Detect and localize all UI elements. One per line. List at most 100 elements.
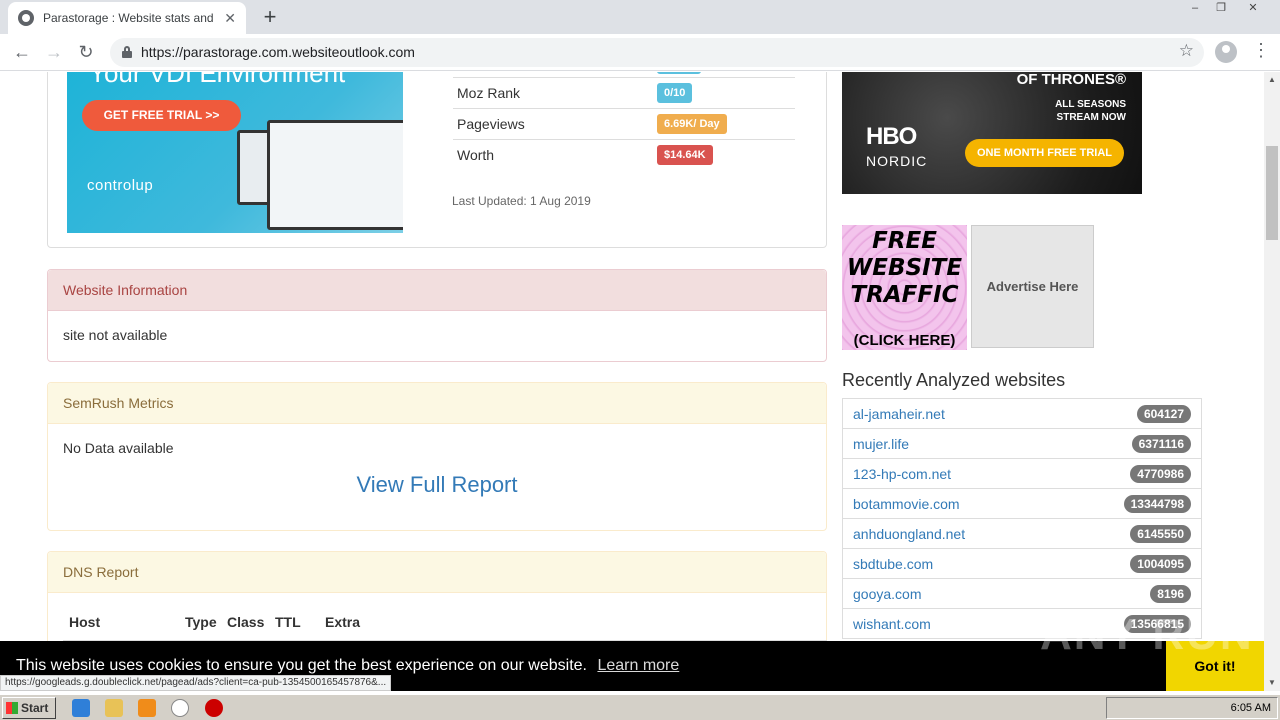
ie-icon[interactable]	[72, 699, 90, 717]
reload-icon[interactable]: ↻	[74, 40, 98, 64]
controlup-ad[interactable]: Your VDI Environment GET FREE TRIAL >> c…	[67, 72, 403, 233]
new-tab-button[interactable]: +	[258, 4, 282, 30]
site-link[interactable]: al-jamaheir.net	[853, 406, 945, 422]
globe-icon	[18, 10, 34, 26]
rank-badge: 1004095	[1130, 555, 1191, 573]
stat-badge: 6.69K/ Day	[657, 114, 727, 134]
list-item: 123-hp-com.net 4770986	[842, 458, 1202, 489]
col-type: Type	[185, 614, 217, 630]
hbo-logo: HBO	[866, 123, 917, 150]
browser-tab[interactable]: Parastorage : Website stats and val ✕	[8, 2, 246, 34]
back-arrow-icon[interactable]: ←	[10, 40, 34, 64]
profile-avatar-icon[interactable]	[1215, 41, 1237, 63]
tab-title: Parastorage : Website stats and val	[43, 11, 217, 25]
ad-laptop-image	[267, 120, 403, 230]
ad-line: STREAM NOW	[1056, 112, 1126, 123]
get-free-trial-button[interactable]: GET FREE TRIAL >>	[82, 100, 241, 131]
browser-toolbar: ← → ↻ https://parastorage.com.websiteout…	[0, 34, 1280, 71]
site-link[interactable]: sbdtube.com	[853, 556, 933, 572]
anyrun-watermark: ANY RUN	[1040, 610, 1254, 659]
nordic-label: NORDIC	[866, 153, 928, 169]
minimize-button[interactable]: –	[1182, 0, 1208, 18]
list-item: mujer.life 6371116	[842, 428, 1202, 459]
website-information-panel: Website Information site not available	[47, 269, 827, 362]
col-ttl: TTL	[275, 614, 301, 630]
no-data-text: No Data available	[63, 440, 174, 456]
ad-headline: Your VDI Environment	[89, 72, 346, 88]
panel-body: site not available	[63, 327, 168, 343]
folder-icon[interactable]	[105, 699, 123, 717]
view-full-report-link[interactable]: View Full Report	[63, 472, 811, 498]
stat-label: Moz Rank	[457, 85, 521, 101]
site-link[interactable]: 123-hp-com.net	[853, 466, 951, 482]
stop-icon[interactable]	[205, 699, 223, 717]
last-updated: Last Updated: 1 Aug 2019	[452, 194, 591, 208]
col-extra: Extra	[325, 614, 361, 630]
bookmark-star-icon[interactable]: ☆	[1179, 41, 1194, 61]
free-traffic-ad[interactable]: FREE WEBSITE TRAFFIC (CLICK HERE)	[842, 225, 967, 350]
list-item: al-jamaheir.net 604127	[842, 398, 1202, 429]
site-link[interactable]: wishant.com	[853, 616, 931, 632]
ad-subtitle: ALL SEASONS STREAM NOW	[1055, 98, 1126, 124]
stat-row-pageviews: Pageviews 6.69K/ Day	[453, 108, 795, 139]
free-trial-button[interactable]: ONE MONTH FREE TRIAL	[965, 139, 1124, 167]
partial-badge	[657, 72, 701, 74]
url-text[interactable]: https://parastorage.com.websiteoutlook.c…	[141, 44, 415, 60]
address-bar[interactable]: https://parastorage.com.websiteoutlook.c…	[110, 38, 1204, 67]
col-host: Host	[69, 614, 101, 630]
panel-title: SemRush Metrics	[48, 383, 826, 424]
stat-label: Worth	[457, 147, 495, 163]
forward-arrow-icon[interactable]: →	[42, 40, 66, 64]
scroll-down-icon[interactable]: ▼	[1264, 675, 1280, 691]
panel-title: DNS Report	[48, 552, 826, 593]
list-item: gooya.com 8196	[842, 578, 1202, 609]
list-item: anhduongland.net 6145550	[842, 518, 1202, 549]
recent-title: Recently Analyzed websites	[842, 370, 1066, 390]
media-player-icon[interactable]	[138, 699, 156, 717]
stat-row-moz-rank: Moz Rank 0/10	[453, 77, 795, 108]
menu-dots-icon[interactable]: ⋮	[1252, 40, 1270, 61]
semrush-panel: SemRush Metrics No Data available View F…	[47, 382, 827, 531]
hbo-ad[interactable]: OF THRONES® ALL SEASONS STREAM NOW HBO N…	[842, 72, 1142, 194]
windows-taskbar: Start 6:05 AM	[0, 694, 1280, 720]
stat-row-worth: Worth $14.64K	[453, 139, 795, 170]
panel-body: No Data available View Full Report	[48, 424, 826, 514]
tab-strip: Parastorage : Website stats and val ✕ + …	[0, 0, 1280, 34]
cookie-text: This website uses cookies to ensure you …	[16, 657, 679, 675]
stat-badge: 0/10	[657, 83, 693, 103]
advertise-here-box[interactable]: Advertise Here	[971, 225, 1094, 348]
ad-text: FREE WEBSITE TRAFFIC	[846, 228, 963, 308]
site-link[interactable]: gooya.com	[853, 586, 921, 602]
start-button[interactable]: Start	[2, 697, 56, 719]
chrome-icon[interactable]	[171, 699, 189, 717]
vertical-scrollbar[interactable]: ▲ ▼	[1264, 72, 1280, 691]
list-item: sbdtube.com 1004095	[842, 548, 1202, 579]
ad-title: OF THRONES®	[1016, 72, 1126, 88]
site-link[interactable]: botammovie.com	[853, 496, 960, 512]
lock-icon	[122, 46, 132, 58]
ad-line: ALL SEASONS	[1055, 99, 1126, 110]
cookie-message: This website uses cookies to ensure you …	[16, 657, 587, 674]
rank-badge: 4770986	[1130, 465, 1191, 483]
click-here-text: (CLICK HERE)	[853, 332, 956, 349]
close-tab-icon[interactable]: ✕	[224, 10, 236, 27]
panel-title: Website Information	[48, 270, 826, 311]
rank-badge: 604127	[1136, 405, 1191, 423]
status-bar-url: https://googleads.g.doubleclick.net/page…	[0, 675, 392, 691]
restore-button[interactable]: ❐	[1208, 0, 1234, 18]
page-viewport: Your VDI Environment GET FREE TRIAL >> c…	[0, 72, 1264, 675]
scroll-thumb[interactable]	[1266, 146, 1278, 240]
rank-badge: 8196	[1150, 585, 1191, 603]
site-link[interactable]: anhduongland.net	[853, 526, 965, 542]
learn-more-link[interactable]: Learn more	[597, 657, 679, 674]
scroll-up-icon[interactable]: ▲	[1264, 72, 1280, 88]
rank-badge: 13344798	[1123, 495, 1191, 513]
site-link[interactable]: mujer.life	[853, 436, 909, 452]
close-window-button[interactable]: ✕	[1240, 0, 1266, 18]
clock: 6:05 AM	[1230, 702, 1271, 714]
stat-badge: $14.64K	[657, 145, 713, 165]
controlup-logo: controlup	[87, 177, 154, 194]
dns-table-header: Host Type Class TTL Extra	[63, 614, 827, 642]
system-tray: 6:05 AM	[1106, 697, 1278, 719]
stat-label: Pageviews	[457, 116, 525, 132]
